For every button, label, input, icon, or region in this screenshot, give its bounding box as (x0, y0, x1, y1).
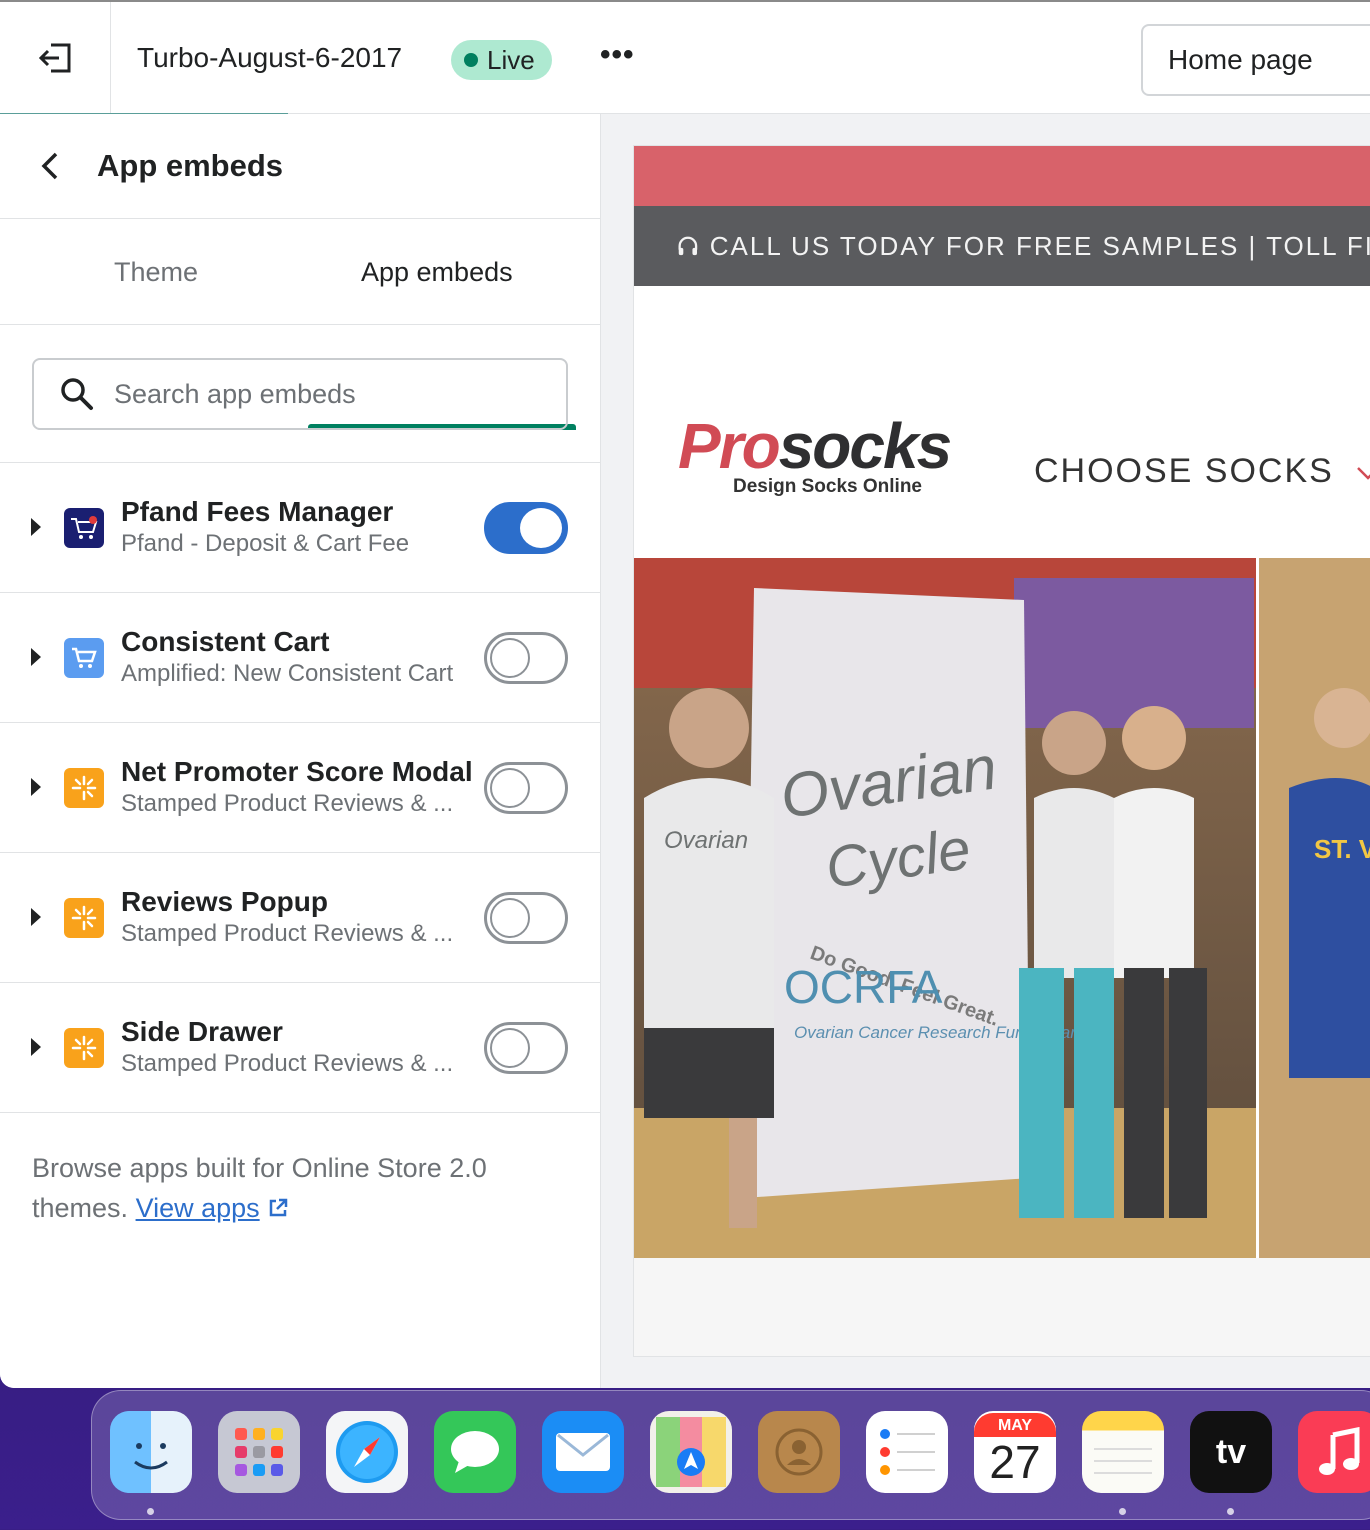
section-background (634, 1258, 1370, 1356)
apple-tv-icon[interactable]: tv (1190, 1411, 1272, 1493)
messages-icon[interactable] (434, 1411, 516, 1493)
search-icon (61, 378, 93, 410)
embed-subtitle: Stamped Product Reviews & ... (121, 790, 454, 817)
cart-fee-icon (64, 508, 104, 548)
embed-row-reviews-popup[interactable]: Reviews Popup Stamped Product Reviews & … (0, 853, 600, 983)
theme-editor-window: Turbo-August-6-2017 Live ••• Home page A… (0, 0, 1370, 1388)
embed-row-consistent-cart[interactable]: Consistent Cart Amplified: New Consisten… (0, 593, 600, 723)
contacts-icon[interactable] (758, 1411, 840, 1493)
mail-icon[interactable] (542, 1411, 624, 1493)
expand-caret-icon[interactable] (31, 518, 41, 536)
embed-row-net-promoter-score-modal[interactable]: Net Promoter Score Modal Stamped Product… (0, 723, 600, 853)
embed-toggle[interactable] (484, 892, 568, 944)
nav-choose-socks[interactable]: CHOOSE SOCKS (1034, 452, 1370, 491)
search-input[interactable] (114, 378, 534, 410)
stamped-icon (64, 768, 104, 808)
tab-theme[interactable]: Theme (114, 257, 198, 288)
finder-icon[interactable] (110, 1411, 192, 1493)
music-icon[interactable] (1298, 1411, 1370, 1493)
back-button[interactable] (36, 148, 66, 189)
cart-icon (64, 638, 104, 678)
embed-title: Consistent Cart (121, 626, 330, 657)
page-select[interactable]: Home page (1141, 24, 1370, 96)
search-section (0, 325, 600, 463)
expand-caret-icon[interactable] (31, 1038, 41, 1056)
macos-dock: MAY 27 tv (91, 1390, 1370, 1520)
chevron-left-icon (41, 152, 58, 180)
view-apps-link[interactable]: View apps (136, 1193, 260, 1223)
expand-caret-icon[interactable] (31, 778, 41, 796)
safari-icon[interactable] (326, 1411, 408, 1493)
exit-icon (38, 43, 71, 73)
more-actions-button[interactable]: ••• (600, 38, 635, 72)
sidebar-title: App embeds (97, 148, 284, 183)
maps-icon[interactable] (650, 1411, 732, 1493)
browse-apps-label: Browse apps built for Online Store 2.0 t… (32, 1153, 487, 1223)
embed-subtitle: Stamped Product Reviews & ... (121, 920, 454, 947)
hero-image: Ovarian Cycle Do Good. Feel Great. OCRFA… (634, 558, 1370, 1258)
announcement-bar (634, 146, 1370, 206)
hero-photo: Ovarian Cycle Do Good. Feel Great. OCRFA… (634, 558, 1370, 1258)
embed-row-pfand-fees-manager[interactable]: Pfand Fees Manager Pfand - Deposit & Car… (0, 463, 600, 593)
embed-subtitle: Amplified: New Consistent Cart (121, 660, 454, 687)
exit-button[interactable] (0, 2, 111, 114)
svg-text:Ovarian: Ovarian (664, 827, 748, 854)
sidebar-header: App embeds (0, 114, 600, 219)
chevron-down-icon (1357, 467, 1370, 480)
embed-row-side-drawer[interactable]: Side Drawer Stamped Product Reviews & ..… (0, 983, 600, 1113)
stamped-icon (64, 898, 104, 938)
calendar-icon[interactable]: MAY 27 (974, 1411, 1056, 1493)
stamped-icon (64, 1028, 104, 1068)
call-bar-text: CALL US TODAY FOR FREE SAMPLES | TOLL FI (709, 230, 1370, 261)
running-indicator (1227, 1508, 1234, 1515)
svg-text:OCRFA: OCRFA (784, 961, 943, 1013)
embed-toggle[interactable] (484, 1022, 568, 1074)
embed-title: Pfand Fees Manager (121, 496, 394, 527)
tabs: Theme App embeds (0, 219, 600, 430)
embed-title: Side Drawer (121, 1016, 283, 1047)
headphones-icon (678, 236, 698, 256)
embed-subtitle: Stamped Product Reviews & ... (121, 1050, 454, 1077)
running-indicator (1119, 1508, 1126, 1515)
notes-icon[interactable] (1082, 1411, 1164, 1493)
embed-toggle[interactable] (484, 762, 568, 814)
running-indicator (147, 1508, 154, 1515)
launchpad-icon[interactable] (218, 1411, 300, 1493)
sidebar: App embeds Theme App embeds Pfand Fees M… (0, 114, 601, 1388)
embed-title: Net Promoter Score Modal (121, 756, 473, 787)
embed-title: Reviews Popup (121, 886, 328, 917)
tab-app-embeds[interactable]: App embeds (361, 257, 513, 288)
search-box (32, 358, 568, 430)
svg-text:ST. V: ST. V (1314, 834, 1370, 864)
embed-toggle[interactable] (484, 502, 568, 554)
expand-caret-icon[interactable] (31, 908, 41, 926)
prosocks-logo[interactable]: Prosocks Design Socks Online (678, 414, 952, 498)
status-label: Live (487, 44, 535, 75)
theme-name: Turbo-August-6-2017 (137, 42, 403, 73)
embed-subtitle: Pfand - Deposit & Cart Fee (121, 530, 410, 557)
expand-caret-icon[interactable] (31, 648, 41, 666)
external-link-icon (269, 1198, 288, 1217)
top-bar: Turbo-August-6-2017 Live ••• Home page (0, 0, 1370, 118)
live-dot-icon (464, 53, 478, 67)
embed-toggle[interactable] (484, 632, 568, 684)
browse-apps-text: Browse apps built for Online Store 2.0 t… (32, 1148, 572, 1228)
call-bar: CALL US TODAY FOR FREE SAMPLES | TOLL FI (634, 206, 1370, 286)
status-badge: Live (451, 40, 552, 80)
store-preview[interactable]: CALL US TODAY FOR FREE SAMPLES | TOLL FI… (634, 146, 1370, 1356)
reminders-icon[interactable] (866, 1411, 948, 1493)
